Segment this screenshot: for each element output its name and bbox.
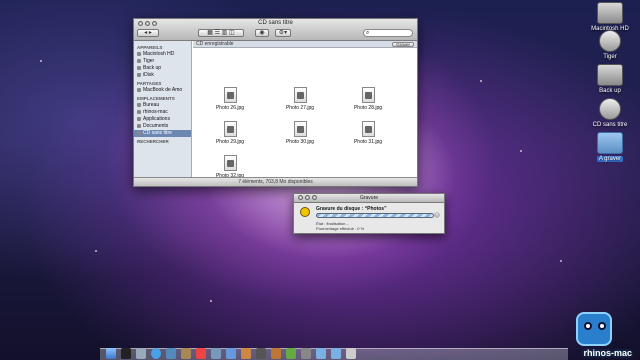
sidebar-item-idisk[interactable]: iDisk	[134, 72, 191, 79]
file-item[interactable]: Photo 29.jpg	[207, 121, 253, 145]
desktop-icon-a-graver[interactable]: A graver	[580, 132, 640, 162]
file-item[interactable]: Photo 26.jpg	[207, 87, 253, 111]
sidebar-item-tiger[interactable]: Tiger	[134, 58, 191, 65]
burn-button[interactable]: Graver	[392, 42, 414, 47]
sidebar-item-applications[interactable]: Applications	[134, 116, 191, 123]
watermark-text: rhinos-mac	[583, 348, 632, 358]
dock	[100, 348, 568, 360]
sidebar-item-rhinos-mac[interactable]: rhinos-mac	[134, 109, 191, 116]
jpeg-file-icon	[223, 121, 237, 137]
disc-type-label: CD enregistrable	[196, 41, 234, 47]
eye-icon[interactable]: ◉	[255, 29, 269, 37]
file-item[interactable]: Photo 32.jpg	[207, 155, 253, 179]
sidebar-item-macintosh-hd[interactable]: Macintosh HD	[134, 51, 191, 58]
garageband-dock-icon[interactable]	[271, 348, 281, 359]
rhino-mascot-icon	[576, 312, 612, 346]
window-title: CD sans titre	[258, 20, 293, 26]
cd-icon	[599, 98, 621, 120]
burn-titlebar[interactable]: Gravure	[294, 194, 444, 203]
iphoto-dock-icon[interactable]	[241, 348, 251, 359]
finder-content: CD enregistrable Graver Photo 26.jpg Pho…	[193, 41, 417, 179]
sidebar-item-back-up[interactable]: Back up	[134, 65, 191, 72]
ichat-dock-icon[interactable]	[166, 348, 176, 359]
sidebar-item-bureau[interactable]: Bureau	[134, 102, 191, 109]
time-machine-dock-icon[interactable]	[286, 348, 296, 359]
file-item[interactable]: Photo 27.jpg	[277, 87, 323, 111]
sidebar-item-macbook[interactable]: MacBook de Amo	[134, 87, 191, 94]
finder-titlebar[interactable]: CD sans titre ◂ ▸ ▦ ☰ ▥ ◫ ◉ ⚙▾ ⌕	[134, 19, 417, 41]
burn-dialog: Gravure Gravure du disque : “Photos” × É…	[293, 193, 445, 234]
search-input[interactable]: ⌕	[363, 29, 413, 37]
burn-heading: Gravure du disque : “Photos”	[316, 206, 387, 212]
file-item[interactable]: Photo 30.jpg	[277, 121, 323, 145]
mail-dock-icon[interactable]	[136, 348, 146, 359]
safari-dock-icon[interactable]	[151, 348, 161, 359]
burn-progress-bar	[316, 213, 434, 218]
sidebar-header-places: EMPLACEMENTS	[137, 96, 175, 101]
desktop-icon-tiger[interactable]: Tiger	[580, 30, 640, 60]
applications-folder-dock-icon[interactable]	[316, 348, 326, 359]
jpeg-file-icon	[293, 121, 307, 137]
view-mode-buttons[interactable]: ▦ ☰ ▥ ◫	[198, 29, 244, 37]
itunes-dock-icon[interactable]	[226, 348, 236, 359]
documents-folder-dock-icon[interactable]	[331, 348, 341, 359]
disc-bar: CD enregistrable Graver	[193, 41, 417, 48]
hard-drive-icon	[597, 2, 623, 24]
desktop-icon-macintosh-hd[interactable]: Macintosh HD	[580, 2, 640, 32]
jpeg-file-icon	[223, 87, 237, 103]
file-item[interactable]: Photo 28.jpg	[345, 87, 391, 111]
sidebar-header-shares: PARTAGES	[137, 81, 162, 86]
address-book-dock-icon[interactable]	[181, 348, 191, 359]
back-forward-buttons[interactable]: ◂ ▸	[137, 29, 159, 37]
disc-icon	[599, 30, 621, 52]
desktop-icon-back-up[interactable]: Back up	[580, 64, 640, 94]
hard-drive-icon	[597, 64, 623, 86]
rhinos-mac-logo: rhinos-mac	[562, 296, 634, 358]
sidebar-item-cd-sans-titre[interactable]: CD sans titre	[134, 130, 191, 137]
burn-radiation-icon	[300, 207, 310, 217]
finder-dock-icon[interactable]	[106, 348, 116, 359]
jpeg-file-icon	[361, 87, 375, 103]
file-item[interactable]: Photo 31.jpg	[345, 121, 391, 145]
sidebar-header-devices: APPAREILS	[137, 45, 163, 50]
system-preferences-dock-icon[interactable]	[301, 348, 311, 359]
preview-dock-icon[interactable]	[211, 348, 221, 359]
trash-dock-icon[interactable]	[346, 348, 356, 359]
dashboard-dock-icon[interactable]	[121, 348, 131, 359]
status-bar: 7 éléments, 703,8 Mo disponibles	[134, 177, 417, 186]
gear-icon[interactable]: ⚙▾	[275, 29, 291, 37]
burn-percent: Pourcentage effectué : 0 %	[316, 226, 365, 231]
desktop-icon-cd-sans-titre[interactable]: CD sans titre	[580, 98, 640, 128]
ical-dock-icon[interactable]	[196, 348, 206, 359]
burn-title: Gravure	[359, 195, 379, 201]
sidebar-item-documents[interactable]: Documents	[134, 123, 191, 130]
cancel-burn-icon[interactable]: ×	[434, 212, 440, 218]
sidebar-header-search: RECHERCHER	[137, 139, 169, 144]
finder-window: CD sans titre ◂ ▸ ▦ ☰ ▥ ◫ ◉ ⚙▾ ⌕ APPAREI…	[133, 18, 418, 187]
search-icon: ⌕	[366, 30, 370, 36]
finder-sidebar: APPAREILS Macintosh HD Tiger Back up iDi…	[134, 41, 192, 177]
burn-folder-icon	[597, 132, 623, 154]
jpeg-file-icon	[361, 121, 375, 137]
imovie-dock-icon[interactable]	[256, 348, 266, 359]
jpeg-file-icon	[223, 155, 237, 171]
jpeg-file-icon	[293, 87, 307, 103]
